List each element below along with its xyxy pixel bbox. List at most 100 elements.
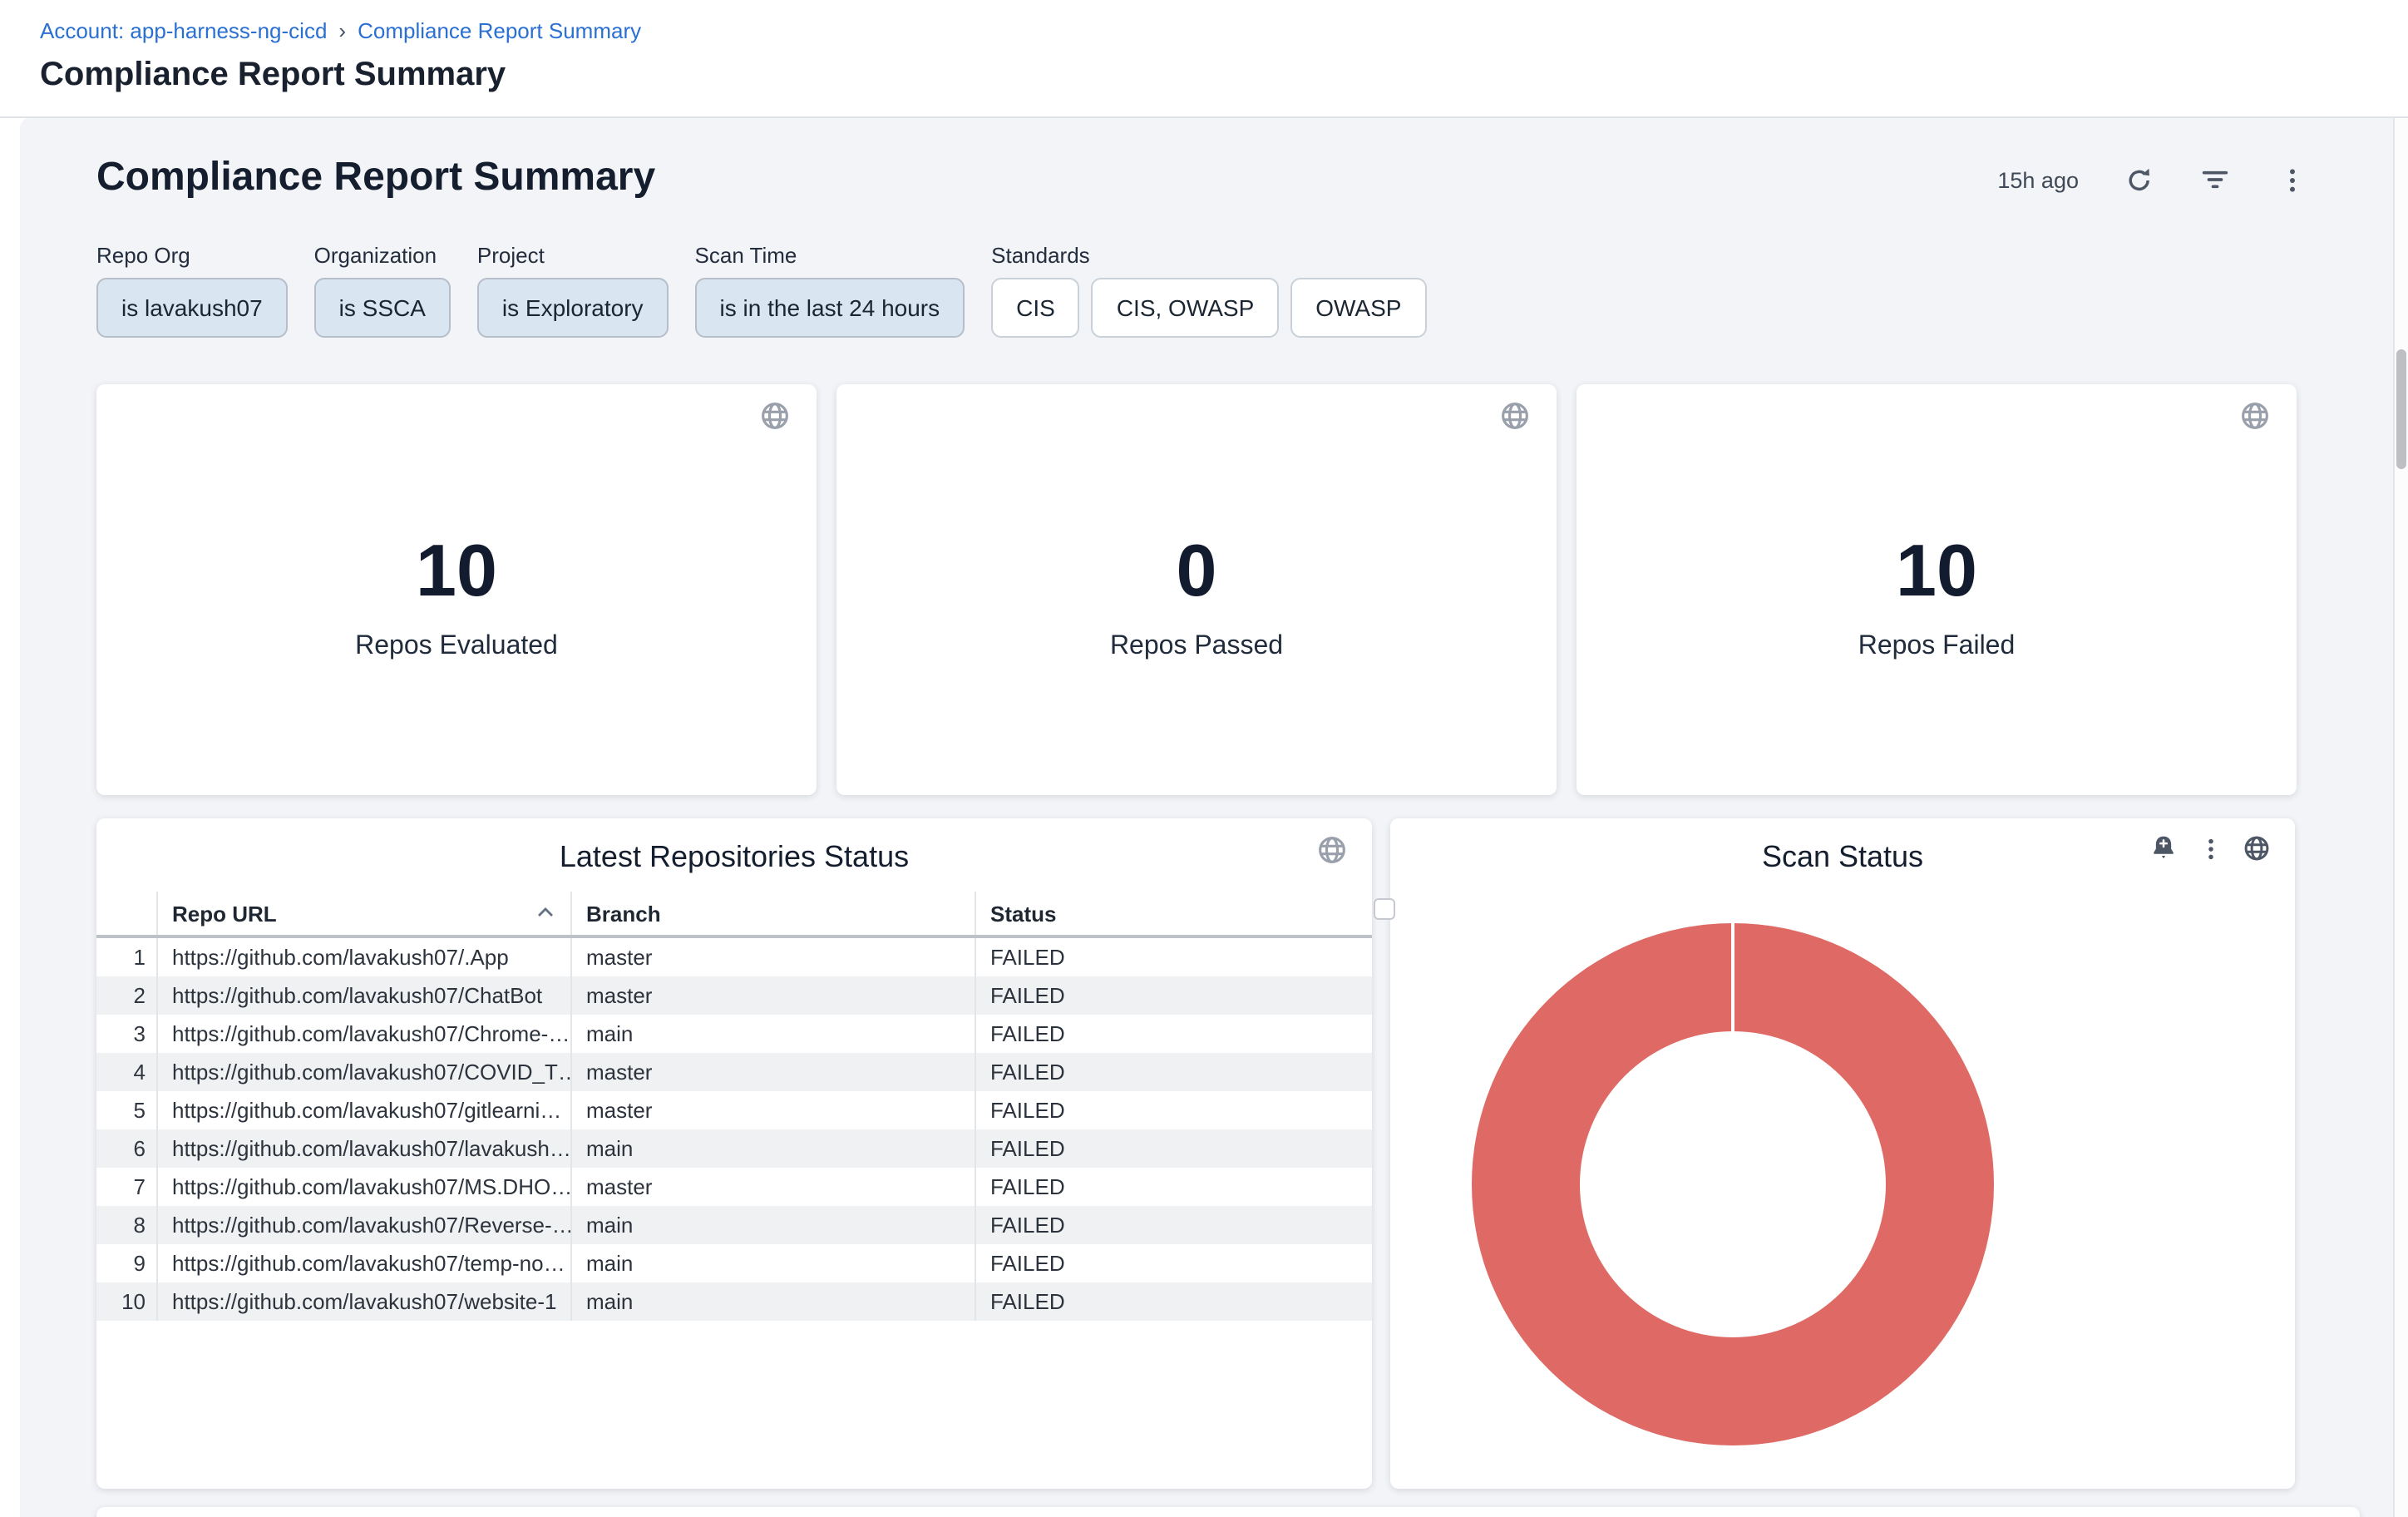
column-header-branch[interactable]: Branch [570, 892, 975, 936]
branch-cell: master [570, 1053, 975, 1091]
table-row: 10 https://github.com/lavakush07/website… [96, 1282, 1372, 1321]
repo-url-cell: https://github.com/lavakush07/COVID_T… [156, 1053, 570, 1091]
repo-table-title: Latest Repositories Status [96, 840, 1372, 875]
status-cell: FAILED [975, 1091, 1372, 1129]
filter-chip-organization[interactable]: is SSCA [314, 278, 451, 338]
breadcrumb-account-link[interactable]: Account: app-harness-ng-cicd [40, 18, 327, 43]
row-number: 7 [96, 1168, 156, 1206]
repo-url-cell: https://github.com/lavakush07/.App [156, 936, 570, 976]
globe-icon[interactable] [1498, 399, 1532, 432]
table-row: 4 https://github.com/lavakush07/COVID_T…… [96, 1053, 1372, 1091]
column-header-status[interactable]: Status [975, 892, 1372, 936]
row-number-header [96, 892, 156, 936]
status-cell: FAILED [975, 1129, 1372, 1168]
breadcrumb: Account: app-harness-ng-cicd › Complianc… [40, 18, 641, 43]
tile-value: 10 [96, 529, 817, 615]
alert-bell-icon[interactable] [2149, 833, 2179, 863]
filter-icon[interactable] [2198, 163, 2232, 196]
globe-icon[interactable] [1315, 833, 1349, 867]
standards-chip-owasp[interactable]: OWASP [1290, 278, 1426, 338]
filter-chip-repo-org[interactable]: is lavakush07 [96, 278, 288, 338]
column-header-label: Repo URL [172, 901, 277, 926]
repo-url-cell: https://github.com/lavakush07/Reverse-… [156, 1206, 570, 1244]
scan-card-actions [2149, 833, 2272, 863]
tile-label: Repos Failed [1577, 632, 2297, 662]
breadcrumb-separator-icon: › [338, 18, 346, 43]
table-row: 1 https://github.com/lavakush07/.App mas… [96, 936, 1372, 976]
topbar: Account: app-harness-ng-cicd › Complianc… [0, 0, 2408, 118]
repo-table-header-row: Repo URL Branch Status [96, 892, 1372, 936]
table-row: 2 https://github.com/lavakush07/ChatBot … [96, 976, 1372, 1015]
filter-bar: Repo Org is lavakush07 Organization is S… [96, 243, 1426, 338]
branch-cell: master [570, 976, 975, 1015]
dashboard-header-actions: 15h ago [1997, 163, 2308, 196]
repo-url-cell: https://github.com/lavakush07/MS.DHO… [156, 1168, 570, 1206]
row-number: 10 [96, 1282, 156, 1321]
page-scrollbar-thumb[interactable] [2396, 349, 2406, 469]
donut-slice-divider [1731, 923, 1734, 1031]
globe-icon[interactable] [2242, 833, 2272, 863]
status-cell: FAILED [975, 936, 1372, 976]
filter-repo-org: Repo Org is lavakush07 [96, 243, 288, 338]
scan-status-donut-chart [1472, 923, 1994, 1445]
repo-url-cell: https://github.com/lavakush07/gitlearni… [156, 1091, 570, 1129]
standards-chip-row: CIS CIS, OWASP OWASP [991, 278, 1426, 338]
filter-label: Organization [314, 243, 451, 269]
breadcrumb-current-link[interactable]: Compliance Report Summary [358, 18, 641, 43]
row-number: 2 [96, 976, 156, 1015]
column-header-repo-url[interactable]: Repo URL [156, 892, 570, 936]
last-refreshed-label: 15h ago [1997, 167, 2079, 192]
next-row-card-partial [96, 1507, 2360, 1517]
tile-value: 0 [836, 529, 1557, 615]
kebab-menu-icon[interactable] [2195, 833, 2225, 863]
filter-chip-scan-time[interactable]: is in the last 24 hours [695, 278, 965, 338]
app-root: Account: app-harness-ng-cicd › Complianc… [0, 0, 2408, 1517]
refresh-icon[interactable] [2122, 163, 2155, 196]
row-number: 6 [96, 1129, 156, 1168]
branch-cell: main [570, 1282, 975, 1321]
row-number: 9 [96, 1244, 156, 1282]
table-row: 7 https://github.com/lavakush07/MS.DHO… … [96, 1168, 1372, 1206]
dashboard-canvas: Compliance Report Summary 15h ago [20, 118, 2395, 1517]
row-number: 4 [96, 1053, 156, 1091]
stat-tiles-row: 10 Repos Evaluated 0 Repos Passed [96, 384, 2297, 795]
status-cell: FAILED [975, 976, 1372, 1015]
sort-asc-icon [536, 907, 553, 918]
globe-icon[interactable] [2238, 399, 2272, 432]
table-row: 8 https://github.com/lavakush07/Reverse-… [96, 1206, 1372, 1244]
latest-repositories-card: Latest Repositories Status Repo URL [96, 818, 1372, 1489]
filter-label: Project [477, 243, 669, 269]
row-number: 3 [96, 1015, 156, 1053]
standards-chip-cis[interactable]: CIS [991, 278, 1080, 338]
branch-cell: main [570, 1129, 975, 1168]
status-cell: FAILED [975, 1282, 1372, 1321]
standards-chip-cis-owasp[interactable]: CIS, OWASP [1092, 278, 1279, 338]
status-cell: FAILED [975, 1053, 1372, 1091]
repo-url-cell: https://github.com/lavakush07/ChatBot [156, 976, 570, 1015]
status-cell: FAILED [975, 1168, 1372, 1206]
branch-cell: main [570, 1015, 975, 1053]
table-row: 6 https://github.com/lavakush07/lavakush… [96, 1129, 1372, 1168]
branch-cell: master [570, 1091, 975, 1129]
tile-repos-passed: 0 Repos Passed [836, 384, 1557, 795]
globe-icon[interactable] [758, 399, 792, 432]
kebab-menu-icon[interactable] [2275, 163, 2308, 196]
tile-value: 10 [1577, 529, 2297, 615]
status-cell: FAILED [975, 1244, 1372, 1282]
table-row: 9 https://github.com/lavakush07/temp-no…… [96, 1244, 1372, 1282]
page-scrollbar-track[interactable] [2393, 118, 2408, 1517]
table-row: 5 https://github.com/lavakush07/gitlearn… [96, 1091, 1372, 1129]
page-title: Compliance Report Summary [40, 57, 506, 95]
status-cell: FAILED [975, 1206, 1372, 1244]
branch-cell: master [570, 1168, 975, 1206]
repo-url-cell: https://github.com/lavakush07/temp-no… [156, 1244, 570, 1282]
filter-standards: Standards CIS CIS, OWASP OWASP [991, 243, 1426, 338]
dashboard-title: Compliance Report Summary [96, 155, 655, 201]
row-number: 1 [96, 936, 156, 976]
filter-label: Scan Time [695, 243, 965, 269]
filter-chip-project[interactable]: is Exploratory [477, 278, 669, 338]
filter-project: Project is Exploratory [477, 243, 669, 338]
row-number: 5 [96, 1091, 156, 1129]
branch-cell: main [570, 1206, 975, 1244]
table-scroll-thumb[interactable] [1374, 898, 1395, 920]
